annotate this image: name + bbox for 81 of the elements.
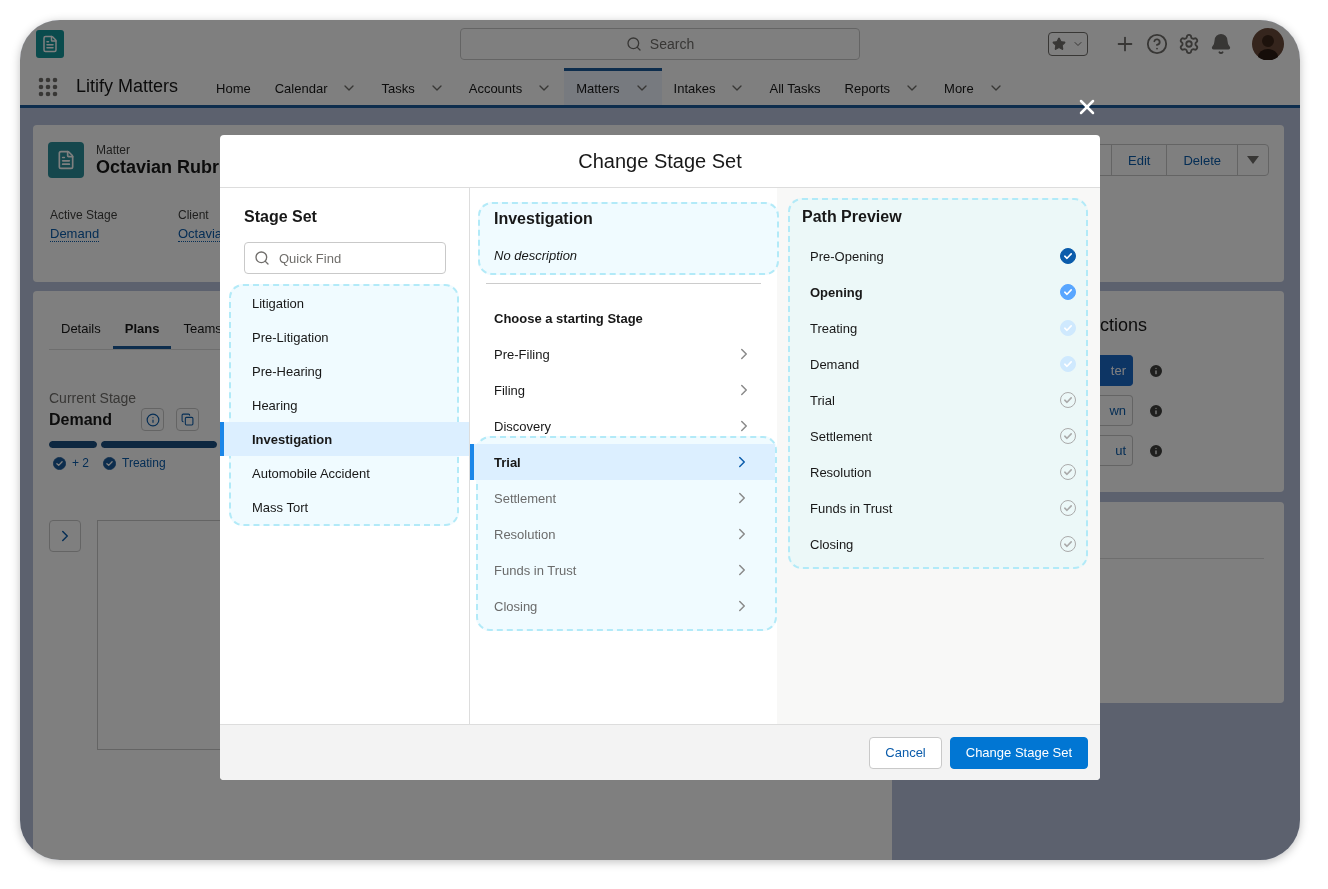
path-stage: Treating <box>810 320 858 336</box>
caret-icon <box>1246 155 1260 165</box>
settings-icon[interactable] <box>1178 33 1200 55</box>
stage-option[interactable]: Closing <box>470 588 775 624</box>
current-stage-label: Current Stage <box>49 390 137 406</box>
stage-set-item[interactable]: Hearing <box>231 388 457 422</box>
current-stage: Demand <box>49 410 114 429</box>
path-stage: Opening <box>810 284 863 300</box>
stage-option[interactable]: Filing <box>470 372 777 408</box>
column-heading: Path Preview <box>802 208 902 226</box>
nav-tab[interactable]: Tasks <box>369 68 457 105</box>
record-name: Octavian Rubr <box>96 156 220 178</box>
stage-set-item[interactable]: Mass Tort <box>231 490 457 524</box>
nav-tab[interactable]: Reports <box>832 68 933 105</box>
search-field[interactable]: Search <box>460 28 860 60</box>
app-launcher-icon[interactable] <box>38 76 58 97</box>
action-button[interactable]: Delete <box>1166 145 1237 175</box>
path-stage: Demand <box>810 356 860 372</box>
progress-step[interactable]: Treating <box>103 456 166 470</box>
stage-option[interactable]: Funds in Trust <box>470 552 775 588</box>
stage-set-item[interactable]: Pre-Litigation <box>231 320 457 354</box>
check-circle-icon <box>53 456 66 470</box>
check-circle-icon <box>103 456 116 470</box>
stage-set-title: Investigation <box>494 210 593 228</box>
action-button[interactable]: Edit <box>1111 145 1167 175</box>
path-stage: Settlement <box>810 428 873 444</box>
nav-tab[interactable]: All Tasks <box>757 68 833 105</box>
stage-option[interactable]: Resolution <box>470 516 775 552</box>
copy-button[interactable] <box>176 408 199 431</box>
info-icon[interactable] <box>1148 362 1164 379</box>
nav-tab[interactable]: Accounts <box>456 68 565 105</box>
cancel-button[interactable]: Cancel <box>869 736 942 769</box>
copy-icon <box>181 413 194 426</box>
avatar[interactable] <box>1252 28 1284 60</box>
stage-set-item[interactable]: Litigation <box>231 286 457 320</box>
nav-tab[interactable]: Calendar <box>262 68 370 105</box>
stage-set-item[interactable]: Pre-Hearing <box>231 354 457 388</box>
section-heading: Choose a starting Stage <box>494 311 643 326</box>
info-button[interactable] <box>141 408 164 431</box>
description: No description <box>494 248 578 263</box>
path-stage: Trial <box>810 392 835 408</box>
path-stage: Closing <box>810 536 854 552</box>
progress-step[interactable]: + 2 <box>53 456 89 470</box>
stage-option[interactable]: Settlement <box>470 480 775 516</box>
info-icon[interactable] <box>1148 442 1164 459</box>
nav-tab[interactable]: More <box>932 68 1016 105</box>
path-stage: Funds in Trust <box>810 500 893 516</box>
field-label: Active Stage <box>50 208 118 222</box>
nav-tab[interactable]: Matters <box>564 68 662 105</box>
star-icon <box>1052 37 1066 51</box>
stage-set-item[interactable]: Investigation <box>220 422 469 456</box>
stage-option[interactable]: Pre-Filing <box>470 336 777 372</box>
tab[interactable]: Details <box>49 311 113 349</box>
dialog-title: Change Stage Set <box>578 149 742 173</box>
favorites-button[interactable] <box>1048 32 1088 56</box>
field-label: Client <box>178 208 209 222</box>
submit-button[interactable]: Change Stage Set <box>949 736 1088 769</box>
stage-set-item[interactable]: Automobile Accident <box>231 456 457 490</box>
app-name: Litify Matters <box>76 76 179 97</box>
action-button[interactable]: ut <box>1100 435 1133 466</box>
info-icon[interactable] <box>1148 402 1164 419</box>
action-button[interactable]: ter <box>1100 355 1133 386</box>
card-title: ctions <box>1100 315 1148 336</box>
path-stage: Pre-Opening <box>810 248 884 264</box>
nav-tab[interactable]: Intakes <box>661 68 758 105</box>
matter-icon <box>48 142 84 178</box>
quick-find-field[interactable]: Quick Find <box>244 242 446 274</box>
stage-option[interactable]: Trial <box>470 444 775 480</box>
search-icon <box>625 36 642 52</box>
object-label: Matter <box>96 142 130 157</box>
path-stage: Resolution <box>810 464 872 480</box>
field-link[interactable]: Demand <box>50 226 100 242</box>
app-logo-icon <box>36 30 64 58</box>
bell-icon[interactable] <box>1210 33 1232 55</box>
tab[interactable]: Plans <box>112 311 172 349</box>
info-icon <box>145 412 160 427</box>
column-heading: Stage Set <box>244 208 317 226</box>
nav-tab[interactable]: Home <box>204 68 263 105</box>
search-icon <box>254 250 270 266</box>
action-button[interactable]: wn <box>1100 395 1133 426</box>
help-icon[interactable] <box>1146 33 1168 55</box>
